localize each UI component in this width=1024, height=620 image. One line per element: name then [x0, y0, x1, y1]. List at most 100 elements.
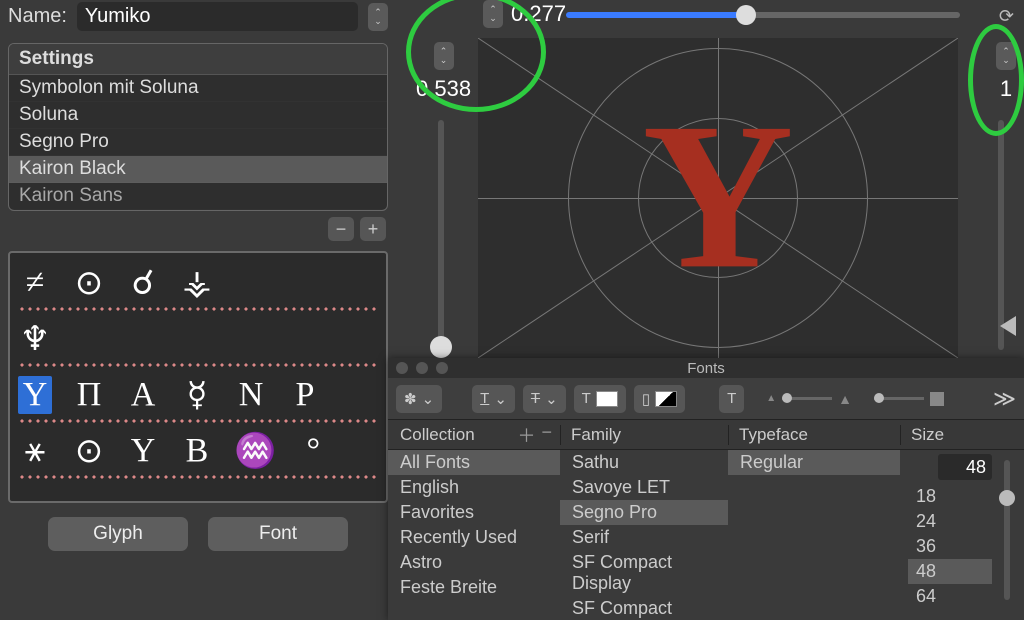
glyph-cell[interactable]: ⚹	[18, 432, 52, 470]
chevron-down-icon: ⌄	[545, 390, 558, 408]
glyph-cell[interactable]: Ν	[234, 376, 268, 414]
settings-item[interactable]: Soluna	[9, 102, 387, 129]
left-value-stepper[interactable]: ⌃⌄	[434, 42, 454, 70]
glyph-cell[interactable]: ⚶	[180, 263, 214, 303]
collection-item[interactable]: English	[388, 475, 560, 500]
left-value: 0.538	[416, 76, 471, 102]
top-value-stepper[interactable]: ⌃⌄	[483, 0, 503, 28]
right-value-stepper[interactable]: ⌃⌄	[996, 42, 1016, 70]
column-collection-label: Collection	[400, 425, 475, 445]
collection-item[interactable]: Feste Breite	[388, 575, 560, 600]
family-item[interactable]: Segno Pro	[560, 500, 728, 525]
refresh-icon[interactable]: ⟳	[999, 6, 1014, 27]
name-label: Name:	[8, 5, 67, 28]
family-item[interactable]: Serif	[560, 525, 728, 550]
glyph-preview: Υ	[478, 38, 958, 358]
text-color-button[interactable]: T	[574, 385, 626, 413]
glyph-cell[interactable]: ♆	[18, 319, 52, 359]
remove-collection-button[interactable]: −	[541, 422, 552, 448]
shadow-preview-icon	[930, 392, 944, 406]
size-item[interactable]: 36	[908, 534, 992, 559]
fonts-column-headers: Collection ＋ − Family Typeface Size	[388, 420, 1024, 450]
size-slider-track[interactable]	[1004, 460, 1010, 600]
left-vertical-slider-thumb[interactable]	[430, 336, 452, 358]
size-item[interactable]: 18	[908, 484, 992, 509]
family-item[interactable]: Savoye LET	[560, 475, 728, 500]
size-item[interactable]: 64	[908, 584, 992, 609]
glyph-cell[interactable]: ♒	[234, 431, 276, 471]
fonts-title: Fonts	[388, 360, 1024, 377]
typeface-item[interactable]: Regular	[728, 450, 900, 475]
shadow-high-icon: ▲	[838, 391, 852, 407]
family-item[interactable]: SF Compact Rounded	[560, 596, 728, 620]
family-item[interactable]: Sathu	[560, 450, 728, 475]
size-input[interactable]	[938, 454, 992, 480]
glyph-button[interactable]: Glyph	[48, 517, 188, 551]
horizontal-slider-track[interactable]	[566, 12, 960, 18]
shadow-opacity-slider[interactable]: ▲ ▲	[766, 391, 852, 407]
settings-item[interactable]: Kairon Black	[9, 156, 387, 183]
typography-button[interactable]: T	[719, 385, 744, 413]
text-color-icon: T	[582, 390, 591, 407]
size-item[interactable]: 48	[908, 559, 992, 584]
strikethrough-icon: T	[531, 390, 540, 407]
remove-setting-button[interactable]: −	[328, 217, 354, 241]
settings-item[interactable]: Kairon Sans	[9, 183, 387, 210]
glyph-cell[interactable]: ⊙	[72, 431, 106, 471]
family-item[interactable]: SF Compact Display	[560, 550, 728, 596]
name-stepper[interactable]: ⌃⌄	[368, 3, 388, 31]
row-divider	[18, 419, 378, 423]
fonts-panel: Fonts ✽⌄ T⌄ T⌄ T ▯ T ▲ ▲ ≫ Collection ＋ …	[388, 358, 1024, 620]
size-list[interactable]: 18 24 36 48 64	[908, 484, 992, 609]
family-list[interactable]: Sathu Savoye LET Segno Pro Serif SF Comp…	[560, 450, 728, 620]
add-setting-button[interactable]: +	[360, 217, 386, 241]
column-size-label: Size	[900, 425, 1024, 445]
fonts-titlebar[interactable]: Fonts	[388, 358, 1024, 378]
bg-color-swatch	[655, 391, 677, 407]
left-vertical-slider-track[interactable]	[438, 120, 444, 350]
glyph-palette[interactable]: ≠ ⊙ ☌ ⚶ ♆ Υ Π Α ☿ Ν Ρ ⚹ ⊙ Υ Β ♒ °	[8, 251, 388, 503]
right-vertical-slider-thumb[interactable]	[1000, 316, 1016, 336]
settings-item[interactable]: Symbolon mit Soluna	[9, 75, 387, 102]
glyph-cell[interactable]: Π	[72, 376, 106, 414]
glyph-cell[interactable]: ☿	[180, 375, 214, 415]
glyph-cell[interactable]: °	[296, 432, 330, 470]
collection-item[interactable]: All Fonts	[388, 450, 560, 475]
right-value: 1	[1000, 76, 1012, 102]
shadow-blur-slider[interactable]	[874, 392, 944, 406]
font-button[interactable]: Font	[208, 517, 348, 551]
glyph-cell-selected[interactable]: Υ	[18, 376, 52, 414]
collection-item[interactable]: Favorites	[388, 500, 560, 525]
glyph-cell[interactable]: Β	[180, 432, 214, 470]
glyph-cell[interactable]: Ρ	[288, 376, 322, 414]
shadow-low-icon: ▲	[766, 393, 776, 404]
add-collection-button[interactable]: ＋	[517, 422, 535, 448]
fonts-toolbar: ✽⌄ T⌄ T⌄ T ▯ T ▲ ▲ ≫	[388, 378, 1024, 420]
collection-list[interactable]: All Fonts English Favorites Recently Use…	[388, 450, 560, 620]
size-slider-thumb[interactable]	[999, 490, 1015, 506]
underline-icon: T	[480, 390, 489, 407]
gear-menu-button[interactable]: ✽⌄	[396, 385, 442, 413]
strikethrough-button[interactable]: T⌄	[523, 385, 566, 413]
settings-item[interactable]: Segno Pro	[9, 129, 387, 156]
horizontal-slider-thumb[interactable]	[736, 5, 756, 25]
settings-box: Settings Symbolon mit Soluna Soluna Segn…	[8, 43, 388, 211]
collection-item[interactable]: Astro	[388, 550, 560, 575]
glyph-cell[interactable]: ⊙	[72, 263, 106, 303]
size-column: 18 24 36 48 64	[900, 450, 1024, 620]
document-color-button[interactable]: ▯	[634, 385, 685, 413]
row-divider	[18, 475, 378, 479]
more-icon[interactable]: ≫	[993, 386, 1016, 412]
glyph-cell[interactable]: Υ	[126, 432, 160, 470]
chevron-down-icon: ⌄	[422, 390, 435, 408]
glyph-cell[interactable]: Α	[126, 376, 160, 414]
collection-item[interactable]: Recently Used	[388, 525, 560, 550]
settings-list[interactable]: Symbolon mit Soluna Soluna Segno Pro Kai…	[9, 75, 387, 210]
top-value: 0.277	[511, 1, 566, 27]
typeface-list[interactable]: Regular	[728, 450, 900, 620]
size-item[interactable]: 24	[908, 509, 992, 534]
name-input[interactable]	[77, 2, 358, 31]
glyph-cell[interactable]: ≠	[18, 264, 52, 302]
underline-button[interactable]: T⌄	[472, 385, 515, 413]
glyph-cell[interactable]: ☌	[126, 263, 160, 303]
